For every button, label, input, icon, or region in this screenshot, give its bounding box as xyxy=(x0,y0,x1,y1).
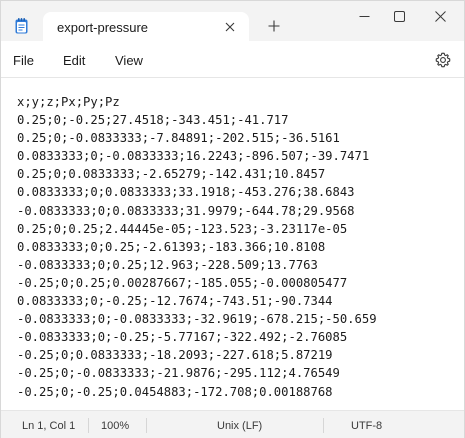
close-icon xyxy=(434,10,446,22)
minimize-button[interactable] xyxy=(351,5,377,27)
text-line: -0.25;0;-0.25;0.0454883;-172.708;0.00188… xyxy=(17,384,333,399)
menu-edit[interactable]: Edit xyxy=(63,53,85,68)
encoding[interactable]: UTF-8 xyxy=(351,420,382,432)
text-line: 0.0833333;0;-0.0833333;16.2243;-896.507;… xyxy=(17,149,370,164)
menu-bar: File Edit View xyxy=(1,42,464,78)
text-line: 0.25;0;0.25;2.44445e-05;-123.523;-3.2311… xyxy=(17,221,348,236)
text-line: -0.25;0;-0.0833333;-21.9876;-295.112;4.7… xyxy=(17,366,340,381)
maximize-button[interactable] xyxy=(386,5,412,27)
new-tab-button[interactable] xyxy=(263,15,285,37)
line-ending[interactable]: Unix (LF) xyxy=(217,420,262,432)
status-divider xyxy=(88,418,89,433)
notepad-window: export-pressure File Edit View x;y;z;Px;… xyxy=(0,0,465,438)
status-divider xyxy=(146,418,147,433)
gear-icon xyxy=(435,52,451,68)
text-line: -0.25;0;0.25;0.00287667;-185.055;-0.0008… xyxy=(17,275,348,290)
close-window-button[interactable] xyxy=(427,5,453,27)
minimize-icon xyxy=(359,15,369,17)
maximize-icon xyxy=(393,10,405,22)
title-bar[interactable]: export-pressure xyxy=(1,1,464,42)
cursor-position: Ln 1, Col 1 xyxy=(22,420,76,432)
text-line: 0.0833333;0;0.25;-2.61393;-183.366;10.81… xyxy=(17,239,326,254)
text-line: 0.25;0;-0.25;27.4518;-343.451;-41.717 xyxy=(17,113,289,128)
tab-title: export-pressure xyxy=(57,20,149,35)
zoom-level[interactable]: 100% xyxy=(101,420,129,432)
menu-view[interactable]: View xyxy=(115,53,143,68)
text-line: -0.0833333;0;-0.25;-5.77167;-322.492;-2.… xyxy=(17,330,348,345)
menu-file[interactable]: File xyxy=(13,53,34,68)
tab-export-pressure[interactable]: export-pressure xyxy=(43,12,249,42)
text-line: -0.0833333;0;0.0833333;31.9979;-644.78;2… xyxy=(17,203,355,218)
status-bar: Ln 1, Col 1 100% Unix (LF) UTF-8 xyxy=(1,410,464,438)
text-line: 0.0833333;0;-0.25;-12.7674;-743.51;-90.7… xyxy=(17,294,333,309)
text-line: -0.0833333;0;-0.0833333;-32.9619;-678.21… xyxy=(17,312,377,327)
close-tab-button[interactable] xyxy=(219,16,241,38)
notepad-icon xyxy=(15,18,28,34)
text-line: 0.25;0;0.0833333;-2.65279;-142.431;10.84… xyxy=(17,167,326,182)
text-line: -0.25;0;0.0833333;-18.2093;-227.618;5.87… xyxy=(17,348,333,363)
text-line: x;y;z;Px;Py;Pz xyxy=(17,95,120,109)
text-editor[interactable]: x;y;z;Px;Py;Pz 0.25;0;-0.25;27.4518;-343.… xyxy=(1,79,464,409)
status-divider xyxy=(323,418,324,433)
plus-icon xyxy=(268,20,280,32)
editor-text[interactable]: x;y;z;Px;Py;Pz 0.25;0;-0.25;27.4518;-343.… xyxy=(17,93,377,401)
close-icon xyxy=(225,22,235,32)
text-line: 0.25;0;-0.0833333;-7.84891;-202.515;-36.… xyxy=(17,131,340,146)
text-line: 0.0833333;0;0.0833333;33.1918;-453.276;3… xyxy=(17,185,355,200)
text-line: -0.0833333;0;0.25;12.963;-228.509;13.776… xyxy=(17,257,318,272)
settings-button[interactable] xyxy=(434,51,452,69)
